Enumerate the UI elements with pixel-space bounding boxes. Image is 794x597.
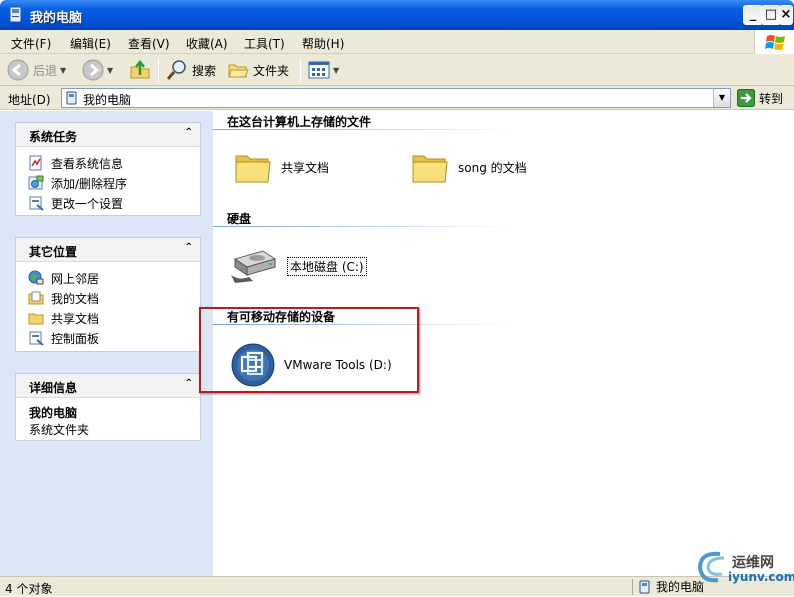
my-computer-icon xyxy=(66,91,77,105)
other-places-header[interactable]: 其它位置 ⌃ xyxy=(16,238,200,262)
forward-button[interactable]: ▼ xyxy=(82,54,113,86)
details-type: 系统文件夹 xyxy=(29,423,90,437)
folder-icon xyxy=(412,155,448,183)
go-arrow-icon xyxy=(737,89,755,107)
details-panel: 详细信息 ⌃ 我的电脑 系统文件夹 xyxy=(15,373,201,441)
address-dropdown-button[interactable]: ▼ xyxy=(713,89,730,107)
local-disk-c[interactable]: 本地磁盘 (C:) xyxy=(229,245,367,287)
menu-favorites[interactable]: 收藏(A) xyxy=(186,35,228,52)
control-setting-icon xyxy=(29,196,44,211)
menu-edit[interactable]: 编辑(E) xyxy=(70,35,111,52)
details-name: 我的电脑 xyxy=(29,406,78,420)
status-bar: 4 个对象 我的电脑 xyxy=(0,576,794,596)
menu-help[interactable]: 帮助(H) xyxy=(302,35,344,52)
menu-bar: 文件(F) 编辑(E) 查看(V) 收藏(A) 工具(T) 帮助(H) xyxy=(0,30,794,54)
views-icon xyxy=(308,61,330,79)
my-documents-icon xyxy=(28,291,44,305)
group-divider xyxy=(213,226,513,227)
up-folder-icon xyxy=(130,59,150,79)
menu-file[interactable]: 文件(F) xyxy=(11,35,51,52)
windows-flag-icon xyxy=(765,35,785,50)
back-button[interactable]: 后退 ▼ xyxy=(7,54,66,86)
task-view-system-info[interactable]: 查看系统信息 xyxy=(16,153,200,173)
folders-button[interactable]: 文件夹 xyxy=(227,54,289,86)
site-watermark: 运维网 iyunv.com xyxy=(694,548,794,588)
window-title: 我的电脑 xyxy=(30,11,83,26)
add-remove-programs-icon xyxy=(28,175,44,190)
address-bar: 地址(D) 我的电脑 ▼ 转到 xyxy=(0,86,794,110)
folders-icon xyxy=(228,64,249,78)
toolbar: 后退 ▼ ▼ 搜索 文件夹 ▼ xyxy=(0,54,794,86)
address-field[interactable]: 我的电脑 ▼ xyxy=(61,88,731,108)
task-pane: 系统任务 ⌃ 查看系统信息 添加/删除程序 更改一个设置 其它位置 ⌃ 网上邻居… xyxy=(0,111,213,576)
up-folder-button[interactable] xyxy=(129,54,151,86)
file-view: 在这台计算机上存储的文件 共享文档 song 的文档 硬盘 本地磁盘 (C:) … xyxy=(199,111,794,576)
group-divider xyxy=(213,129,513,130)
my-computer-icon xyxy=(639,580,650,593)
network-places-icon xyxy=(28,270,44,285)
system-info-icon xyxy=(29,155,42,171)
control-panel-icon xyxy=(29,331,44,346)
close-button[interactable]: × xyxy=(779,5,793,25)
my-computer-icon xyxy=(9,6,22,23)
object-count: 4 个对象 xyxy=(5,582,53,596)
collapse-chevron-icon[interactable]: ⌃ xyxy=(185,378,193,389)
address-value: 我的电脑 xyxy=(83,93,132,107)
other-places-panel: 其它位置 ⌃ 网上邻居 我的文档 共享文档 控制面板 xyxy=(15,237,201,352)
task-add-remove-programs[interactable]: 添加/删除程序 xyxy=(16,173,200,193)
shared-documents-folder[interactable]: 共享文档 xyxy=(233,147,329,187)
go-button[interactable]: 转到 xyxy=(737,89,783,107)
menu-view[interactable]: 查看(V) xyxy=(128,35,170,52)
swirl-logo-icon xyxy=(697,551,725,583)
collapse-chevron-icon[interactable]: ⌃ xyxy=(185,242,193,253)
song-documents-folder[interactable]: song 的文档 xyxy=(410,147,527,187)
forward-arrow-icon xyxy=(82,59,104,81)
place-shared-documents[interactable]: 共享文档 xyxy=(16,308,200,328)
hard-disk-icon xyxy=(231,250,277,283)
search-icon xyxy=(166,60,186,80)
title-bar: 我的电脑 _ □ × xyxy=(0,0,794,30)
details-header[interactable]: 详细信息 ⌃ xyxy=(16,374,200,398)
place-network[interactable]: 网上邻居 xyxy=(16,268,200,288)
place-control-panel[interactable]: 控制面板 xyxy=(16,328,200,348)
collapse-chevron-icon[interactable]: ⌃ xyxy=(185,127,193,138)
menu-tools[interactable]: 工具(T) xyxy=(244,35,285,52)
highlight-box xyxy=(199,307,419,393)
windows-logo xyxy=(754,30,794,54)
back-arrow-icon xyxy=(7,59,29,81)
address-label: 地址(D) xyxy=(8,93,51,107)
views-button[interactable]: ▼ xyxy=(308,54,339,86)
task-change-setting[interactable]: 更改一个设置 xyxy=(16,193,200,213)
folder-icon xyxy=(235,155,271,183)
group-title-stored-files: 在这台计算机上存储的文件 xyxy=(227,115,372,129)
place-my-documents[interactable]: 我的文档 xyxy=(16,288,200,308)
maximize-button[interactable]: □ xyxy=(761,5,781,25)
search-button[interactable]: 搜索 xyxy=(166,54,216,86)
group-title-hard-disks: 硬盘 xyxy=(227,212,252,226)
system-tasks-header[interactable]: 系统任务 ⌃ xyxy=(16,123,200,147)
system-tasks-panel: 系统任务 ⌃ 查看系统信息 添加/删除程序 更改一个设置 xyxy=(15,122,201,216)
minimize-button[interactable]: _ xyxy=(743,5,763,25)
shared-folder-icon xyxy=(28,313,44,325)
